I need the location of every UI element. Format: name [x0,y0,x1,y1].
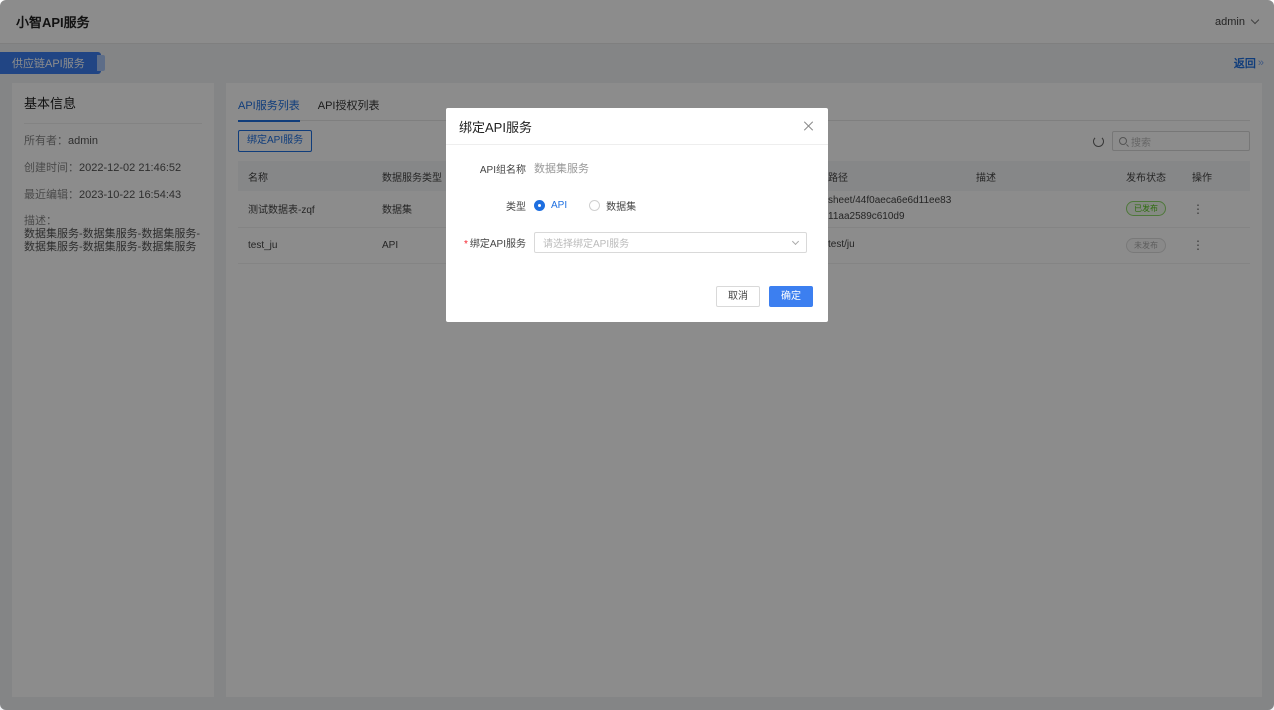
type-radio-group: API 数据集 [534,198,636,213]
radio-dataset-label: 数据集 [606,202,637,213]
confirm-button[interactable]: 确定 [769,286,813,307]
radio-api[interactable]: API [534,200,567,211]
bind-api-modal: 绑定API服务 API组名称 数据集服务 类型 API 数据集 * 绑定API服务… [446,108,828,322]
bind-api-select[interactable]: 请选择绑定API服务 [534,232,807,253]
radio-checked-icon [534,200,545,211]
group-name-label: API组名称 [479,164,526,176]
bind-api-row: * 绑定API服务 请选择绑定API服务 [446,232,807,253]
close-icon[interactable] [804,121,814,131]
bind-api-label: * 绑定API服务 [446,235,534,250]
modal-footer: 取消 确定 [716,286,813,307]
bind-api-label-text: 绑定API服务 [469,239,526,250]
type-label: 类型 [506,202,526,213]
chevron-down-icon [791,237,800,245]
radio-unchecked-icon [589,200,601,211]
group-name-row: API组名称 数据集服务 [446,160,589,176]
group-name-value: 数据集服务 [534,163,589,175]
radio-dataset[interactable]: 数据集 [589,198,636,213]
required-mark: * [463,239,468,250]
modal-mask[interactable] [0,0,1274,710]
radio-api-label: API [551,200,568,211]
modal-header: 绑定API服务 [446,108,828,145]
modal-title: 绑定API服务 [459,119,532,135]
type-row: 类型 API 数据集 [446,198,636,213]
bind-api-placeholder: 请选择绑定API服务 [543,239,630,250]
cancel-button[interactable]: 取消 [716,286,760,307]
